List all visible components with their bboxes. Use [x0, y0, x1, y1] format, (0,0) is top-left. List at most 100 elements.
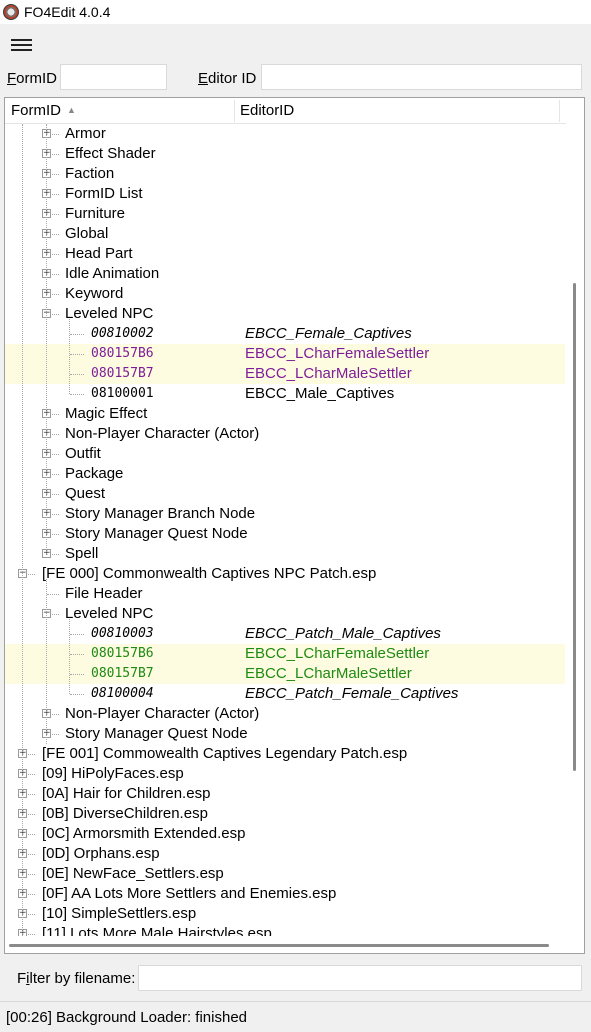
- record-tree-view[interactable]: FormID ▲ EditorID + Armor + Effect Shader + Fa…: [4, 97, 585, 954]
- tree-node-label: Non-Player Character (Actor): [65, 425, 260, 442]
- tree-node-label: [0C] Armorsmith Extended.esp: [42, 825, 246, 842]
- tree-node-label: Quest: [65, 485, 106, 502]
- tree-node-row[interactable]: + Outfit: [5, 444, 565, 464]
- tree-node-row[interactable]: − Leveled NPC: [5, 604, 565, 624]
- record-row[interactable]: 080157B7 EBCC_LCharMaleSettler: [5, 364, 565, 384]
- tree-node-label: Idle Animation: [65, 265, 160, 282]
- tree-node-row[interactable]: + [0F] AA Lots More Settlers and Enemies.…: [5, 884, 565, 904]
- tree-node-label: Outfit: [65, 445, 101, 462]
- tree-node-label: [09] HiPolyFaces.esp: [42, 765, 184, 782]
- tree-node-row[interactable]: + Armor: [5, 124, 565, 144]
- formid-column-header[interactable]: FormID ▲: [5, 98, 234, 124]
- record-row[interactable]: 00810003 EBCC_Patch_Male_Captives: [5, 624, 565, 644]
- tree-node-row[interactable]: − [FE 000] Commonwealth Captives NPC Patc…: [5, 564, 565, 584]
- tree-header: FormID ▲ EditorID: [5, 98, 584, 124]
- tree-node-label: Head Part: [65, 245, 133, 262]
- tree-node-label: Furniture: [65, 205, 126, 222]
- tree-node-row[interactable]: + [11] Lots More Male Hairstyles.esp: [5, 924, 565, 936]
- record-formid: 080157B7: [91, 366, 154, 381]
- tree-node-label: [FE 000] Commonwealth Captives NPC Patch…: [42, 565, 377, 582]
- horizontal-scrollbar-thumb[interactable]: [9, 944, 549, 947]
- tree-node-row[interactable]: + Effect Shader: [5, 144, 565, 164]
- record-formid: 080157B6: [91, 346, 154, 361]
- fo4edit-logo-icon: [3, 4, 19, 20]
- tree-node-label: [0B] DiverseChildren.esp: [42, 805, 208, 822]
- tree-node-row[interactable]: + [09] HiPolyFaces.esp: [5, 764, 565, 784]
- tree-node-label: Non-Player Character (Actor): [65, 705, 260, 722]
- status-text: [00:26] Background Loader: finished: [6, 1009, 248, 1026]
- filter-row: Filter by filename:: [0, 964, 591, 994]
- tree-node-row[interactable]: + Non-Player Character (Actor): [5, 704, 565, 724]
- sort-ascending-icon: ▲: [67, 105, 76, 115]
- tree-node-row[interactable]: + Story Manager Quest Node: [5, 524, 565, 544]
- tree-node-row[interactable]: + Global: [5, 224, 565, 244]
- tree-node-row[interactable]: + [0A] Hair for Children.esp: [5, 784, 565, 804]
- tree-node-row[interactable]: + Non-Player Character (Actor): [5, 424, 565, 444]
- tree-node-row[interactable]: + [10] SimpleSettlers.esp: [5, 904, 565, 924]
- record-row[interactable]: 08100004 EBCC_Patch_Female_Captives: [5, 684, 565, 704]
- record-editorid: EBCC_Male_Captives: [245, 385, 395, 402]
- title-bar: FO4Edit 4.0.4: [0, 0, 591, 24]
- editorid-search-input[interactable]: [261, 64, 582, 90]
- tree-node-label: [0F] AA Lots More Settlers and Enemies.e…: [42, 885, 337, 902]
- tree-node-row[interactable]: + Quest: [5, 484, 565, 504]
- tree-node-row[interactable]: + FormID List: [5, 184, 565, 204]
- horizontal-scrollbar[interactable]: [5, 936, 565, 953]
- record-editorid: EBCC_LCharMaleSettler: [245, 365, 412, 382]
- record-editorid: EBCC_LCharFemaleSettler: [245, 345, 430, 362]
- tree-node-row[interactable]: + Story Manager Branch Node: [5, 504, 565, 524]
- record-row[interactable]: 080157B7 EBCC_LCharMaleSettler: [5, 664, 565, 684]
- tree-node-row[interactable]: + Story Manager Quest Node: [5, 724, 565, 744]
- tree-node-label: Leveled NPC: [65, 305, 154, 322]
- tree-node-row[interactable]: + [FE 001] Commowealth Captives Legendary…: [5, 744, 565, 764]
- tree-node-row[interactable]: + [0C] Armorsmith Extended.esp: [5, 824, 565, 844]
- record-row[interactable]: 080157B6 EBCC_LCharFemaleSettler: [5, 644, 565, 664]
- editorid-label: Editor ID: [198, 70, 257, 87]
- tree-node-row[interactable]: + Keyword: [5, 284, 565, 304]
- tree-node-label: [11] Lots More Male Hairstyles.esp: [42, 925, 272, 936]
- record-row[interactable]: 00810002 EBCC_Female_Captives: [5, 324, 565, 344]
- tree-node-label: Armor: [65, 125, 106, 142]
- tree-node-row[interactable]: + [0D] Orphans.esp: [5, 844, 565, 864]
- tree-node-label: Magic Effect: [65, 405, 148, 422]
- tree-node-row[interactable]: + Furniture: [5, 204, 565, 224]
- tree-node-row[interactable]: + [0B] DiverseChildren.esp: [5, 804, 565, 824]
- tree-node-label: Spell: [65, 545, 99, 562]
- tree-node-label: Story Manager Branch Node: [65, 505, 256, 522]
- tree-node-label: Leveled NPC: [65, 605, 154, 622]
- record-row[interactable]: 08100001 EBCC_Male_Captives: [5, 384, 565, 404]
- tree-node-label: Faction: [65, 165, 115, 182]
- tree-node-label: Global: [65, 225, 109, 242]
- filter-filename-input[interactable]: [138, 965, 582, 991]
- search-row: FormID Editor ID: [0, 64, 591, 92]
- tree-node-row[interactable]: + Faction: [5, 164, 565, 184]
- record-formid: 00810002: [91, 326, 154, 341]
- tree-node-row[interactable]: + Magic Effect: [5, 404, 565, 424]
- record-formid: 00810003: [91, 626, 154, 641]
- tree-node-row[interactable]: − Leveled NPC: [5, 304, 565, 324]
- tree-node-row[interactable]: + Idle Animation: [5, 264, 565, 284]
- tree-node-label: [FE 001] Commowealth Captives Legendary …: [42, 745, 408, 762]
- status-bar: [00:26] Background Loader: finished: [0, 1001, 591, 1032]
- tree-node-row[interactable]: File Header: [5, 584, 565, 604]
- tree-node-row[interactable]: + Package: [5, 464, 565, 484]
- formid-search-input[interactable]: [60, 64, 167, 90]
- tree-node-label: File Header: [65, 585, 143, 602]
- record-editorid: EBCC_LCharFemaleSettler: [245, 645, 430, 662]
- tree-node-row[interactable]: + Head Part: [5, 244, 565, 264]
- tree-node-label: Story Manager Quest Node: [65, 525, 248, 542]
- record-row[interactable]: 080157B6 EBCC_LCharFemaleSettler: [5, 344, 565, 364]
- hamburger-menu-icon[interactable]: [10, 36, 34, 56]
- tree-rows: + Armor + Effect Shader + Faction + FormID List…: [5, 124, 565, 936]
- tree-node-label: FormID List: [65, 185, 143, 202]
- record-formid: 080157B6: [91, 646, 154, 661]
- tree-node-label: Effect Shader: [65, 145, 156, 162]
- editorid-column-header[interactable]: EditorID: [234, 98, 559, 124]
- tree-node-row[interactable]: + [0E] NewFace_Settlers.esp: [5, 864, 565, 884]
- tree-node-row[interactable]: + Spell: [5, 544, 565, 564]
- record-editorid: EBCC_LCharMaleSettler: [245, 665, 412, 682]
- vertical-scrollbar-thumb[interactable]: [573, 283, 576, 771]
- record-formid: 080157B7: [91, 666, 154, 681]
- formid-label: FormID: [7, 70, 58, 87]
- vertical-scrollbar[interactable]: [566, 98, 584, 935]
